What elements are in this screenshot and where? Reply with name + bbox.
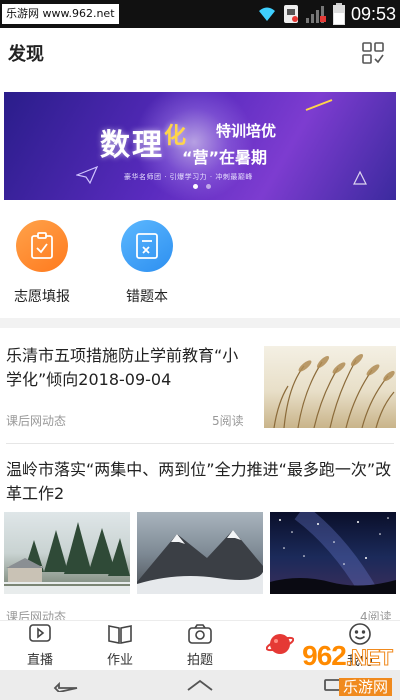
watermark-suffix: .NET — [345, 645, 393, 671]
news-thumbnail — [137, 512, 263, 594]
triangle-deco-icon — [353, 170, 367, 185]
clock: 09:53 — [350, 3, 396, 24]
banner-headline: 数理化 — [100, 120, 188, 164]
clipboard-check-icon — [31, 232, 53, 259]
quick-action-label: 错题本 — [126, 289, 168, 305]
banner-pagination — [193, 184, 211, 189]
nav-item-homework[interactable]: 作业 — [80, 621, 160, 670]
status-watermark: 乐游网 www.962.net — [2, 4, 119, 24]
quick-actions: 志愿填报 错题本 — [0, 214, 400, 310]
camera-icon — [188, 624, 212, 644]
paper-plane-icon — [76, 166, 98, 184]
news-title: 乐清市五项措施防止学前教育“小学化”倾向2018-09-04 — [6, 346, 239, 389]
back-icon[interactable] — [53, 678, 79, 692]
nav-label: 直播 — [26, 653, 53, 668]
wifi-icon — [258, 7, 275, 21]
grid-check-icon[interactable] — [360, 40, 386, 66]
site-watermark: 962.NET 乐游网 — [254, 640, 394, 698]
divider — [6, 443, 394, 444]
banner-headline-a: 数理 — [100, 128, 164, 163]
quick-action-circle — [16, 220, 68, 272]
wrong-book-icon — [136, 233, 158, 259]
banner-tagline: 豪华名师团 · 引爆学习力 · 冲刺最巅峰 — [124, 173, 253, 181]
news-title: 温岭市落实“两集中、两到位”全力推进“最多跑一次”改革工作2 — [6, 460, 392, 503]
live-play-icon — [29, 624, 51, 642]
news-source: 课后网动态 — [6, 414, 67, 428]
nav-item-photo[interactable]: 拍题 — [160, 621, 240, 670]
signal-icon — [305, 6, 326, 23]
starry-sky-image — [270, 512, 396, 594]
nav-item-live[interactable]: 直播 — [0, 621, 80, 670]
page-title: 发现 — [8, 44, 44, 65]
banner-line1: 特训培优 — [216, 122, 277, 140]
header: 发现 — [0, 28, 400, 78]
quick-action-circle — [121, 220, 173, 272]
sim-card-icon — [283, 5, 298, 23]
homework-book-icon — [108, 625, 132, 644]
pencil-deco-icon — [305, 99, 333, 111]
news-item[interactable]: 温岭市落实“两集中、两到位”全力推进“最多跑一次”改革工作2 课后网动态 4阅读 — [0, 450, 400, 624]
news-thumbnail — [4, 512, 130, 594]
quick-action-volunteer[interactable]: 志愿填报 — [2, 220, 82, 306]
snow-mountain-image — [137, 530, 263, 594]
battery-icon — [332, 3, 345, 25]
quick-action-label: 志愿填报 — [14, 289, 70, 305]
promo-banner[interactable]: 数理化 特训培优 “营”在暑期 豪华名师团 · 引爆学习力 · 冲刺最巅峰 — [4, 92, 396, 200]
news-reads: 5阅读 — [212, 414, 244, 428]
reed-grass-image — [273, 353, 395, 428]
nav-label: 拍题 — [186, 653, 213, 668]
news-thumbnail — [270, 512, 396, 594]
banner-dot[interactable] — [193, 184, 198, 189]
forest-cabin-image — [4, 522, 130, 594]
watermark-brand: 962 — [302, 640, 347, 671]
watermark-site: 乐游网 — [338, 678, 392, 696]
section-divider — [0, 318, 400, 328]
banner-line2: “营”在暑期 — [182, 148, 268, 167]
nav-label: 作业 — [106, 653, 133, 668]
banner-dot[interactable] — [206, 184, 211, 189]
quick-action-wrong-book[interactable]: 错题本 — [107, 220, 187, 306]
news-thumbnail — [264, 346, 396, 428]
home-icon[interactable] — [186, 678, 214, 692]
news-item[interactable]: 乐清市五项措施防止学前教育“小学化”倾向2018-09-04 课后网动态 5阅读 — [0, 340, 400, 434]
status-bar: 乐游网 www.962.net 09:53 — [0, 0, 400, 28]
